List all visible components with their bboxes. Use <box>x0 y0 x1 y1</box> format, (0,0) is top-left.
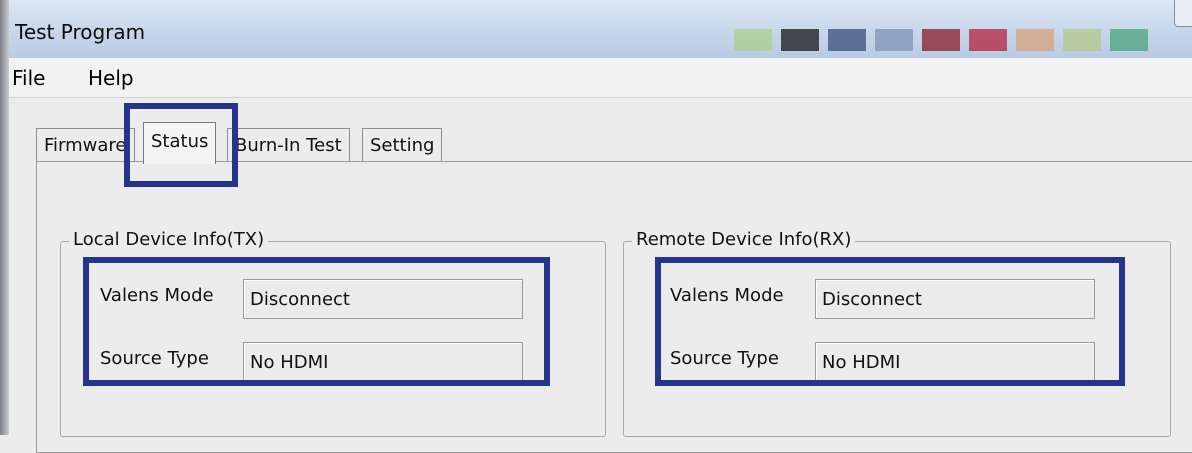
local-valens-mode-label: Valens Mode <box>100 285 214 306</box>
local-device-group: Local Device Info(TX) Valens Mode Discon… <box>60 229 606 437</box>
local-valens-mode-field[interactable]: Disconnect <box>243 279 523 319</box>
remote-source-type-field[interactable]: No HDMI <box>815 342 1095 382</box>
tab-setting[interactable]: Setting <box>362 128 443 163</box>
titlebar-color-block <box>1063 29 1101 51</box>
titlebar-color-block <box>734 29 772 51</box>
tab-firmware[interactable]: Firmware <box>36 128 135 163</box>
titlebar-color-block <box>875 29 913 51</box>
titlebar-color-block <box>828 29 866 51</box>
local-device-title: Local Device Info(TX) <box>69 229 269 250</box>
remote-source-type-label: Source Type <box>670 348 779 369</box>
window-title: Test Program <box>15 20 146 44</box>
titlebar-color-block <box>969 29 1007 51</box>
titlebar-color-block <box>1110 29 1148 51</box>
tab-status[interactable]: Status <box>143 122 217 164</box>
local-source-type-field[interactable]: No HDMI <box>243 342 523 382</box>
remote-device-title: Remote Device Info(RX) <box>632 229 856 250</box>
titlebar-background-blocks <box>734 29 1148 51</box>
titlebar-color-block <box>781 29 819 51</box>
menu-file[interactable]: File <box>12 66 45 90</box>
local-source-type-label: Source Type <box>100 348 209 369</box>
remote-valens-mode-label: Valens Mode <box>670 285 784 306</box>
remote-device-group: Remote Device Info(RX) Valens Mode Disco… <box>623 229 1171 437</box>
window-control-button[interactable] <box>1174 0 1192 27</box>
titlebar-color-block <box>1016 29 1054 51</box>
title-bar: Test Program <box>9 0 1192 59</box>
window-frame-left <box>0 0 9 435</box>
remote-valens-mode-field[interactable]: Disconnect <box>815 279 1095 319</box>
menu-help[interactable]: Help <box>88 66 134 90</box>
status-tab-panel: Local Device Info(TX) Valens Mode Discon… <box>36 161 1192 453</box>
titlebar-color-block <box>922 29 960 51</box>
tab-burn-in-test[interactable]: Burn-In Test <box>227 128 350 163</box>
menu-bar: File Help <box>9 58 1192 98</box>
